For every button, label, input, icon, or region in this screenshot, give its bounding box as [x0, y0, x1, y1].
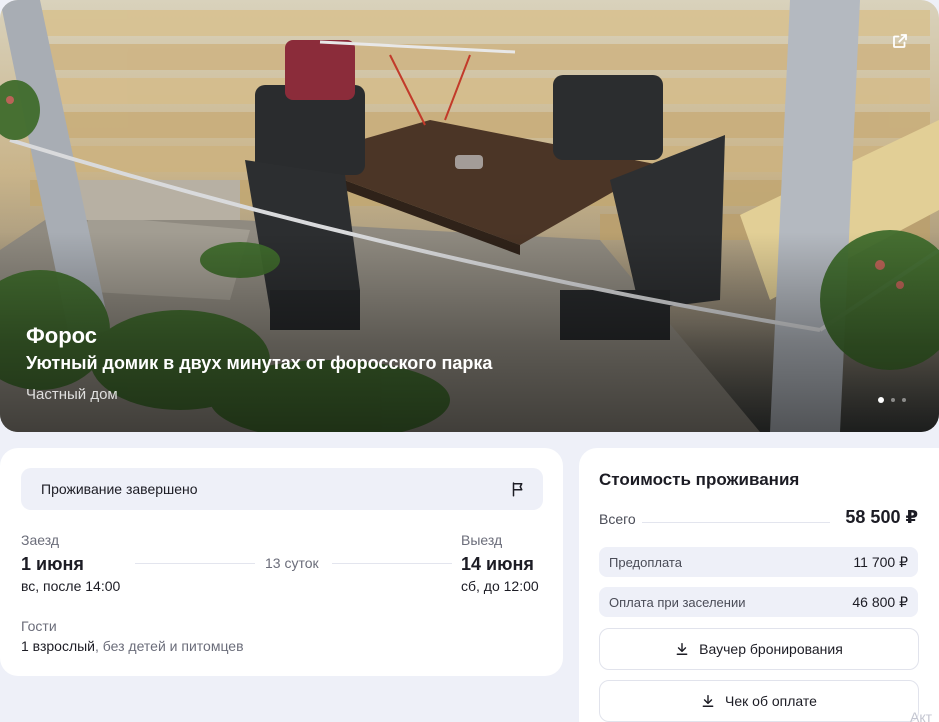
cost-card: Стоимость проживания Всего 58 500 ₽ Пред…: [579, 448, 939, 722]
checkin-payment-label: Оплата при заселении: [609, 595, 746, 610]
listing-title: Уютный домик в двух минутах от форосског…: [26, 353, 493, 373]
prepayment-value: 11 700 ₽: [853, 554, 908, 570]
total-label: Всего: [599, 511, 636, 527]
cost-title: Стоимость проживания: [599, 470, 800, 489]
checkout-label: Выезд: [461, 532, 503, 548]
guests-adults: 1 взрослый: [21, 638, 95, 654]
voucher-button-label: Ваучер бронирования: [699, 641, 843, 657]
listing-type: Частный дом: [26, 386, 118, 403]
stay-details-card: Проживание завершено Заезд 1 июня вс, по…: [0, 448, 563, 676]
download-icon: [702, 695, 714, 707]
divider-line: [642, 522, 830, 523]
stay-status-banner: Проживание завершено: [21, 468, 543, 510]
nights-count: 13 суток: [265, 555, 319, 571]
receipt-button-label: Чек об оплате: [725, 693, 817, 709]
receipt-button[interactable]: Чек об оплате: [599, 680, 919, 722]
checkin-payment-row: Оплата при заселении 46 800 ₽: [599, 587, 918, 617]
prepayment-label: Предоплата: [609, 555, 682, 570]
checkin-label: Заезд: [21, 532, 60, 548]
flag-icon: [512, 482, 523, 497]
checkout-detail: сб, до 12:00: [461, 578, 539, 594]
stay-status-text: Проживание завершено: [41, 481, 198, 497]
voucher-button[interactable]: Ваучер бронирования: [599, 628, 919, 670]
act-link-partial[interactable]: Акт: [910, 709, 932, 722]
listing-photo-carousel[interactable]: Форос Уютный домик в двух минутах от фор…: [0, 0, 939, 432]
checkin-date: 1 июня: [21, 554, 84, 574]
guests-extra: , без детей и питомцев: [95, 638, 244, 654]
total-value: 58 500 ₽: [845, 507, 918, 527]
guests-value: 1 взрослый, без детей и питомцев: [21, 638, 244, 654]
carousel-dot[interactable]: [902, 398, 906, 402]
external-link-icon[interactable]: [891, 32, 909, 50]
checkin-detail: вс, после 14:00: [21, 578, 121, 594]
carousel-dot[interactable]: [891, 398, 895, 402]
divider-line: [332, 563, 452, 564]
download-icon: [676, 643, 688, 655]
hero-gradient-overlay: [0, 232, 939, 432]
checkout-date: 14 июня: [461, 554, 534, 574]
carousel-indicator: [878, 397, 906, 403]
carousel-dot[interactable]: [878, 397, 884, 403]
prepayment-row: Предоплата 11 700 ₽: [599, 547, 918, 577]
listing-city: Форос: [26, 323, 98, 348]
divider-line: [135, 563, 255, 564]
checkin-payment-value: 46 800 ₽: [852, 594, 908, 610]
guests-label: Гости: [21, 618, 57, 634]
